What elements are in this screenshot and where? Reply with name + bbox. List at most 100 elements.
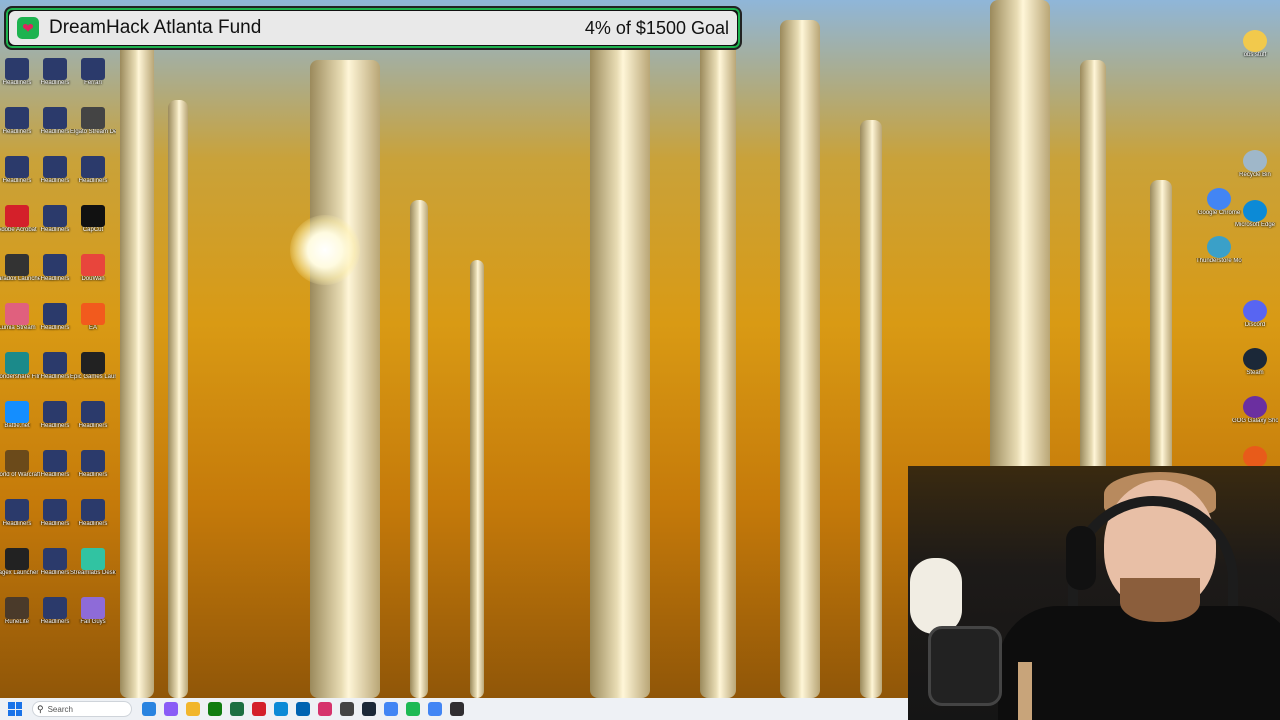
thunderstore-icon: [1207, 236, 1231, 258]
paradox-icon: [5, 254, 29, 276]
edge-icon[interactable]: [274, 702, 288, 716]
desktop-icon-label: DouWan: [81, 276, 105, 282]
desktop-icon[interactable]: Headliners: [70, 156, 116, 185]
runelite-icon: [5, 597, 29, 619]
desktop-icon-label: Epic Games Launcher: [70, 374, 116, 380]
acrobat-icon[interactable]: [252, 702, 266, 716]
game-icon: [43, 499, 67, 521]
desktop-icon[interactable]: Elgato Stream Deck: [70, 107, 116, 136]
steam-icon[interactable]: [362, 702, 376, 716]
dev-icon[interactable]: [296, 702, 310, 716]
desktop-icon-label: EA: [88, 325, 97, 331]
game-icon: [81, 499, 105, 521]
desktop-icon[interactable]: Ferrari: [70, 58, 116, 87]
desktop-icon[interactable]: EA: [70, 303, 116, 332]
microphone-icon: [928, 626, 1002, 706]
game-icon: [43, 597, 67, 619]
desktop-icon-label: Discord: [1244, 322, 1266, 328]
desktop-icon[interactable]: CapCut: [70, 205, 116, 234]
widgets-icon[interactable]: [142, 702, 156, 716]
desktop-icon-label: Headliners: [78, 521, 108, 527]
spotify-icon[interactable]: [406, 702, 420, 716]
desktop-icon[interactable]: Steam: [1232, 348, 1278, 377]
desktop-icon[interactable]: DouWan: [70, 254, 116, 283]
acrobat-icon: [5, 205, 29, 227]
file-explorer-icon[interactable]: [186, 702, 200, 716]
desktop-icon-label: Thunderstore Mod Mana...: [1196, 258, 1242, 264]
game-icon: [43, 401, 67, 423]
desktop-icon-label: Headliners: [78, 423, 108, 429]
folder-icon: [1243, 30, 1267, 52]
game-icon: [43, 205, 67, 227]
taskbar: ⚲ Search: [0, 698, 908, 720]
game-icon: [5, 156, 29, 178]
app-icon[interactable]: [340, 702, 354, 716]
game-icon: [5, 58, 29, 80]
streamlabs-icon: [81, 548, 105, 570]
chrome-icon: [1207, 188, 1231, 210]
recycle-bin-icon: [1243, 150, 1267, 172]
desktop-icon[interactable]: Headliners: [70, 401, 116, 430]
game-icon: [43, 450, 67, 472]
desktop-icon-label: Steam: [1246, 370, 1264, 376]
copilot-icon[interactable]: [164, 702, 178, 716]
desktop-icon[interactable]: Microsoft Edge: [1232, 200, 1278, 229]
desktop-icon-label: Microsoft Edge: [1234, 222, 1276, 228]
geeksquad-icon: [1243, 446, 1267, 468]
fallguys-icon: [81, 597, 105, 619]
steam-icon: [1243, 348, 1267, 370]
taskbar-apps: [138, 702, 468, 716]
desktop-icon-label: Recycle Bin: [1239, 172, 1271, 178]
game-icon: [43, 548, 67, 570]
game-icon: [43, 58, 67, 80]
edge-icon: [1243, 200, 1267, 222]
douwan-icon: [81, 254, 105, 276]
paint-icon[interactable]: [318, 702, 332, 716]
spreadsheet-icon[interactable]: [230, 702, 244, 716]
desktop-icon[interactable]: GOG Galaxy Shortcut: [1232, 396, 1278, 425]
desktop-icon[interactable]: Headliners: [70, 499, 116, 528]
desktop-icon[interactable]: Headliners: [70, 450, 116, 479]
desktop-icon-label: CapCut: [82, 227, 104, 233]
desktop-icon[interactable]: Streamlabs Desktop: [70, 548, 116, 577]
plush-toy: [910, 558, 962, 634]
desktop-icon[interactable]: Discord: [1232, 300, 1278, 329]
desktop-icon[interactable]: Thunderstore Mod Mana...: [1196, 236, 1242, 265]
obs-icon[interactable]: [450, 702, 464, 716]
donation-goal-banner: ❤ DreamHack Atlanta Fund 4% of $1500 Goa…: [4, 6, 742, 50]
game-icon: [81, 58, 105, 80]
taskbar-search[interactable]: ⚲ Search: [32, 701, 132, 717]
desktop-icon[interactable]: Fall Guys: [70, 597, 116, 626]
goal-progress-text: 4% of $1500 Goal: [584, 17, 729, 38]
game-icon: [5, 499, 29, 521]
desktop-icon[interactable]: Epic Games Launcher: [70, 352, 116, 381]
xbox-icon[interactable]: [208, 702, 222, 716]
banner-title: DreamHack Atlanta Fund: [49, 17, 262, 38]
game-icon: [81, 450, 105, 472]
desktop-icon-label: Headliners: [78, 178, 108, 184]
desktop-icon[interactable]: obs stuff: [1232, 30, 1278, 59]
game-icon: [43, 254, 67, 276]
game-icon: [43, 303, 67, 325]
wow-icon: [5, 450, 29, 472]
windows-start-icon[interactable]: [8, 702, 22, 716]
webcam-overlay: [908, 466, 1280, 720]
search-placeholder: Search: [47, 704, 73, 714]
game-icon: [43, 107, 67, 129]
epic-icon: [81, 352, 105, 374]
chrome-icon[interactable]: [428, 702, 442, 716]
desktop-icon-label: Fall Guys: [80, 619, 106, 625]
game-icon: [81, 401, 105, 423]
lumia-icon: [5, 303, 29, 325]
game-icon: [5, 107, 29, 129]
sun-flare: [290, 215, 360, 285]
discord-icon: [1243, 300, 1267, 322]
filmora-icon: [5, 352, 29, 374]
capcut-icon: [81, 205, 105, 227]
desktop-icon-label: Streamlabs Desktop: [70, 570, 116, 576]
desktop-icon-label: Elgato Stream Deck: [70, 129, 116, 135]
chrome-icon[interactable]: [384, 702, 398, 716]
game-icon: [43, 156, 67, 178]
desktop-icon[interactable]: Recycle Bin: [1232, 150, 1278, 179]
game-icon: [81, 156, 105, 178]
